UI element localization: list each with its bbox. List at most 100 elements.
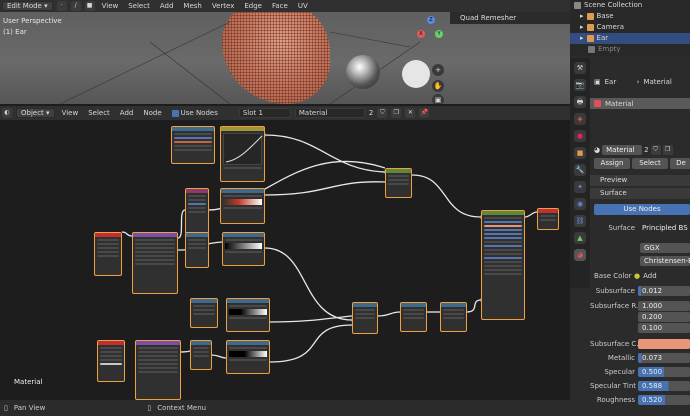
material-slot-list[interactable]: Material — [590, 98, 690, 109]
y-axis-icon[interactable]: Y — [435, 30, 443, 38]
material-name-field[interactable]: Material — [294, 108, 365, 118]
pin-icon[interactable]: 📌 — [419, 108, 430, 118]
data-tab-icon[interactable]: ▲ — [574, 232, 586, 244]
shader-type-dropdown[interactable]: Object ▾ — [16, 108, 55, 118]
node-mix-b[interactable] — [352, 302, 378, 334]
node-editor-canvas[interactable]: Material — [0, 120, 570, 400]
unlink-icon[interactable]: ✕ — [405, 108, 416, 118]
roughness-slider[interactable]: 0.520 — [638, 394, 690, 405]
node-color-ramp-a[interactable] — [220, 188, 265, 224]
node-mix-c[interactable] — [400, 302, 427, 332]
user-count[interactable]: 2 — [369, 109, 373, 117]
node-separate-a[interactable] — [185, 232, 209, 268]
quad-remesher-tab[interactable]: Quad Remesher — [450, 12, 570, 24]
material-datablock-field[interactable]: Material — [602, 144, 643, 155]
deselect-button[interactable]: De — [670, 158, 690, 169]
ne-menu-add[interactable]: Add — [117, 108, 137, 118]
outliner-item-empty[interactable]: Empty — [570, 44, 690, 55]
menu-add[interactable]: Add — [157, 1, 177, 11]
duplicate-icon[interactable]: ❐ — [391, 108, 402, 118]
physics-tab-icon[interactable]: ◉ — [574, 198, 586, 210]
specular-slider[interactable]: 0.500 — [638, 366, 690, 377]
menu-face[interactable]: Face — [269, 1, 291, 11]
duplicate-material-icon[interactable]: ❐ — [662, 144, 673, 155]
ne-menu-select[interactable]: Select — [85, 108, 113, 118]
face-select-icon[interactable]: ■ — [84, 1, 95, 11]
subsurface-radius-y[interactable]: 0.200 — [638, 311, 690, 322]
slot-dropdown[interactable]: Slot 1 — [238, 108, 291, 118]
subsurface-slider[interactable]: 0.012 — [638, 285, 690, 296]
z-axis-icon[interactable]: Z — [427, 16, 435, 24]
node-separate-c[interactable] — [190, 340, 212, 370]
outliner[interactable]: Scene Collection ▸ Base ▸ Camera ▸ Ear Empt… — [570, 0, 690, 56]
base-color-value[interactable]: Add — [643, 272, 657, 280]
3d-viewport[interactable]: Z X Y + ✋ ▣ Quad Remesher User Perspecti… — [0, 0, 570, 104]
outliner-item-ear[interactable]: ▸ Ear — [570, 33, 690, 44]
node-principled-bsdf[interactable] — [481, 210, 525, 320]
menu-mesh[interactable]: Mesh — [180, 1, 204, 11]
node-image-texture-a[interactable] — [94, 232, 122, 276]
menu-select[interactable]: Select — [125, 1, 153, 11]
constraints-tab-icon[interactable]: ⛓ — [574, 215, 586, 227]
tool-tab-icon[interactable]: ⚒ — [574, 62, 586, 74]
object-tab-icon[interactable]: ■ — [574, 147, 586, 159]
ne-menu-view[interactable]: View — [59, 108, 82, 118]
subsurface-method-dropdown[interactable]: Christensen-Bur — [640, 255, 690, 266]
material-browse-icon[interactable]: ◕ — [594, 146, 600, 154]
camera-view-icon[interactable]: ▣ — [432, 94, 444, 104]
outliner-scene-collection[interactable]: Scene Collection — [570, 0, 690, 11]
menu-view[interactable]: View — [99, 1, 122, 11]
metallic-slider[interactable]: 0.073 — [638, 352, 690, 363]
ne-menu-node[interactable]: Node — [140, 108, 164, 118]
node-color-ramp-d[interactable] — [226, 340, 270, 374]
subsurface-radius-z[interactable]: 0.100 — [638, 322, 690, 333]
node-separate-b[interactable] — [190, 298, 218, 328]
modifier-tab-icon[interactable]: 🔧 — [574, 164, 586, 176]
node-mix-rgb-top[interactable] — [171, 126, 215, 164]
fake-user-icon[interactable]: ⛉ — [650, 144, 661, 155]
render-tab-icon[interactable]: 📷 — [574, 79, 586, 91]
node-mapping-b[interactable] — [135, 340, 181, 400]
node-mix-d[interactable] — [440, 302, 467, 332]
fake-user-shield-icon[interactable]: ⛉ — [377, 108, 388, 118]
use-nodes-checkbox[interactable]: Use Nodes — [169, 108, 221, 118]
distribution-dropdown[interactable]: GGX — [640, 242, 690, 253]
menu-edge[interactable]: Edge — [241, 1, 265, 11]
node-material-output[interactable] — [537, 208, 559, 230]
use-nodes-button[interactable]: Use Nodes — [594, 204, 690, 215]
mode-dropdown[interactable]: Edit Mode ▾ — [2, 1, 53, 11]
editor-type-icon[interactable]: ◐ — [2, 108, 12, 118]
node-mix-shader-top[interactable] — [385, 168, 412, 198]
specular-tint-slider[interactable]: 0.588 — [638, 380, 690, 391]
particles-tab-icon[interactable]: ✦ — [574, 181, 586, 193]
select-button[interactable]: Select — [632, 158, 668, 169]
world-tab-icon[interactable]: ● — [574, 130, 586, 142]
node-color-ramp-b[interactable] — [222, 232, 265, 266]
node-color-ramp-c[interactable] — [226, 298, 270, 332]
node-texture-coord[interactable] — [185, 188, 209, 234]
menu-uv[interactable]: UV — [295, 1, 311, 11]
node-rgb-curves[interactable] — [220, 126, 265, 182]
scene-tab-icon[interactable]: ◈ — [574, 113, 586, 125]
node-image-texture-b[interactable] — [97, 340, 125, 382]
material-tab-icon[interactable]: ◕ — [574, 249, 586, 261]
axis-gizmo[interactable]: Z X Y — [417, 14, 443, 50]
datablock-users[interactable]: 2 — [644, 146, 648, 154]
edge-select-icon[interactable]: / — [70, 1, 81, 11]
pan-hand-icon[interactable]: ✋ — [432, 80, 444, 92]
subsurface-radius-x[interactable]: 1.000 — [638, 300, 690, 311]
preview-panel-header[interactable]: Preview — [590, 175, 690, 186]
outliner-item-camera[interactable]: ▸ Camera — [570, 22, 690, 33]
subsurface-color-swatch[interactable] — [638, 338, 690, 349]
vertex-select-icon[interactable]: · — [56, 1, 67, 11]
menu-vertex[interactable]: Vertex — [209, 1, 238, 11]
x-axis-icon[interactable]: X — [417, 30, 425, 38]
outliner-item-base[interactable]: ▸ Base — [570, 11, 690, 22]
output-tab-icon[interactable]: 🖶 — [574, 96, 586, 108]
navigation-gizmo-ball[interactable] — [402, 60, 430, 88]
surface-shader-field[interactable]: Principled BS — [638, 222, 690, 233]
assign-button[interactable]: Assign — [594, 158, 630, 169]
surface-panel-header[interactable]: Surface — [590, 188, 690, 199]
zoom-icon[interactable]: + — [432, 64, 444, 76]
node-mapping-a[interactable] — [132, 232, 178, 294]
